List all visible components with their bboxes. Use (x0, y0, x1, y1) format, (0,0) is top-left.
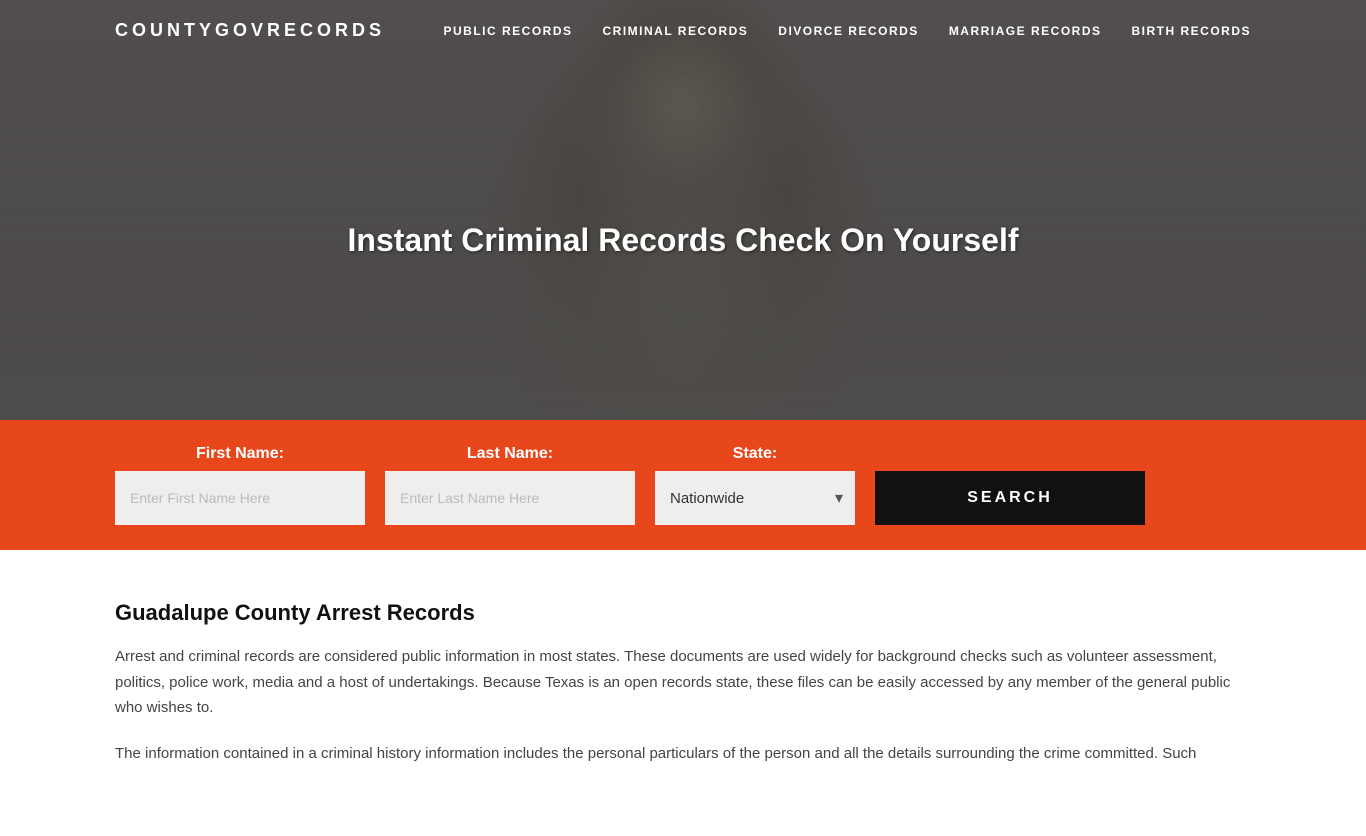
first-name-input[interactable] (115, 471, 365, 525)
search-button[interactable]: SEARCH (875, 471, 1145, 525)
nav-item-birth-records[interactable]: BIRTH RECORDS (1131, 24, 1251, 38)
nav-item-criminal-records[interactable]: CRIMINAL RECORDS (603, 24, 749, 38)
nav-item-public-records[interactable]: PUBLIC RECORDS (444, 24, 573, 38)
header: COUNTYGOVRECORDS PUBLIC RECORDS CRIMINAL … (0, 0, 1366, 61)
content-section: Guadalupe County Arrest Records Arrest a… (0, 550, 1366, 836)
state-select-wrapper: NationwideAlabamaAlaskaArizonaArkansasCa… (655, 471, 855, 525)
state-field: State: NationwideAlabamaAlaskaArizonaArk… (655, 445, 855, 525)
state-label: State: (655, 445, 855, 463)
main-nav: PUBLIC RECORDS CRIMINAL RECORDS DIVORCE RE… (444, 24, 1252, 38)
hero-title: Instant Criminal Records Check On Yourse… (328, 202, 1039, 279)
hero-section: Instant Criminal Records Check On Yourse… (0, 0, 1366, 420)
content-heading: Guadalupe County Arrest Records (115, 600, 1251, 626)
first-name-label: First Name: (115, 445, 365, 463)
content-paragraph-2: The information contained in a criminal … (115, 741, 1251, 767)
content-paragraph-1: Arrest and criminal records are consider… (115, 644, 1251, 721)
last-name-label: Last Name: (385, 445, 635, 463)
state-select[interactable]: NationwideAlabamaAlaskaArizonaArkansasCa… (655, 471, 855, 525)
nav-item-divorce-records[interactable]: DIVORCE RECORDS (778, 24, 919, 38)
search-section: First Name: Last Name: State: Nationwide… (0, 420, 1366, 550)
first-name-field: First Name: (115, 445, 365, 525)
site-logo[interactable]: COUNTYGOVRECORDS (115, 20, 385, 41)
last-name-input[interactable] (385, 471, 635, 525)
nav-item-marriage-records[interactable]: MARRIAGE RECORDS (949, 24, 1102, 38)
last-name-field: Last Name: (385, 445, 635, 525)
